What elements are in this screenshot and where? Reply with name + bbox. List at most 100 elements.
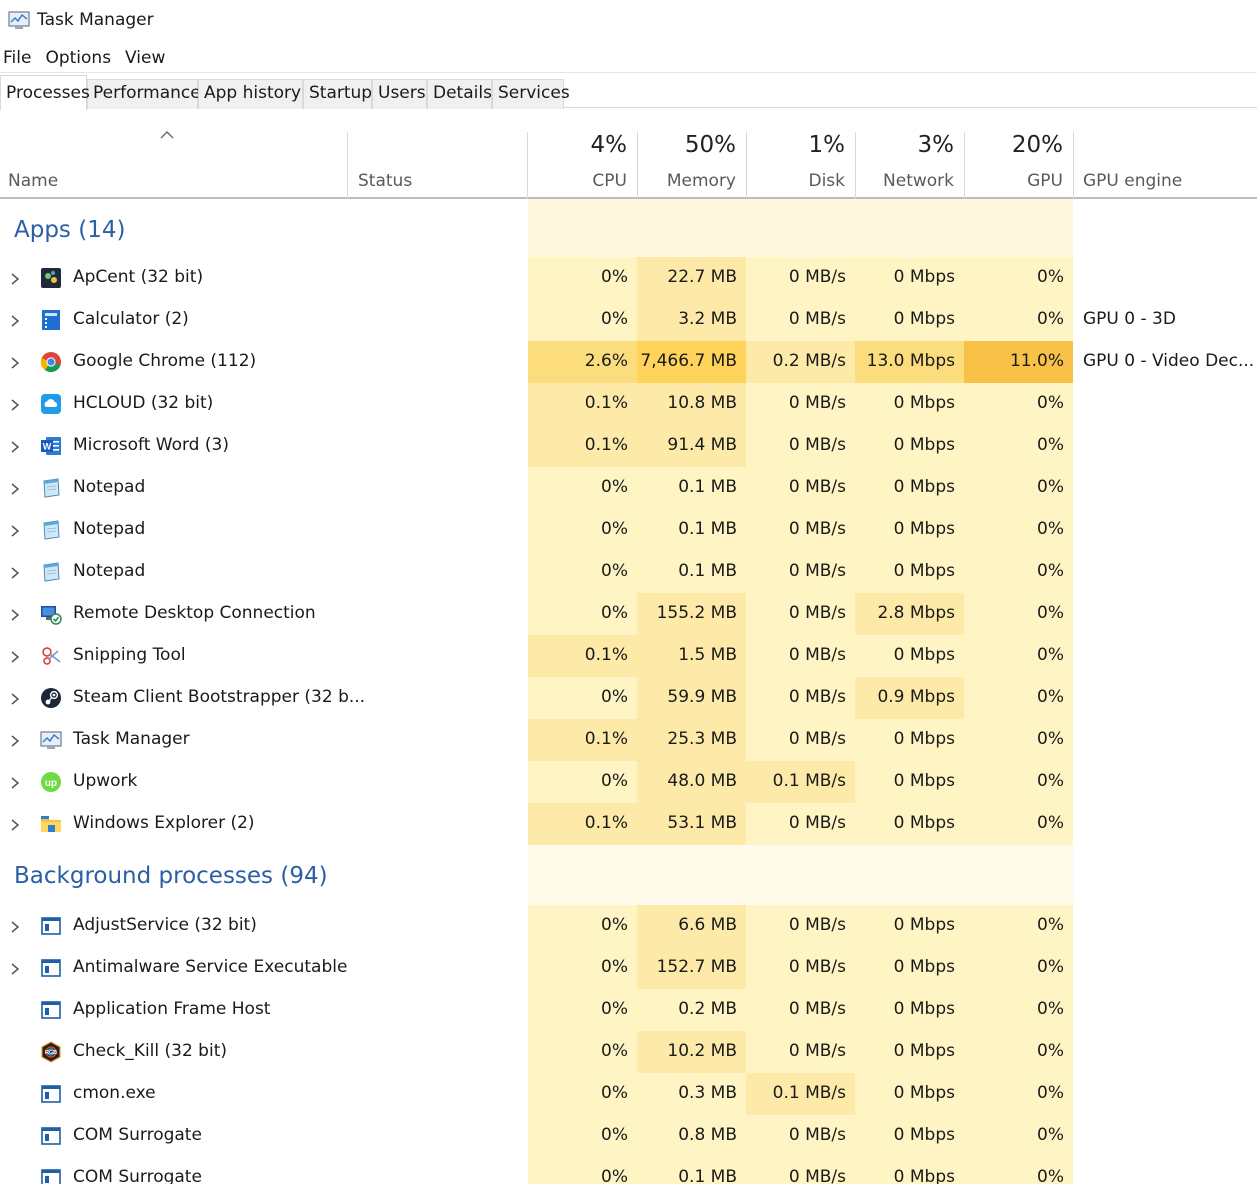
process-row[interactable]: up Upwork 0% 48.0 MB 0.1 MB/s 0 Mbps 0% bbox=[0, 761, 1257, 803]
process-row[interactable]: Calculator (2) 0% 3.2 MB 0 MB/s 0 Mbps 0% GPU … bbox=[0, 299, 1257, 341]
process-row[interactable]: Windows Explorer (2) 0.1% 53.1 MB 0 MB/s 0 M… bbox=[0, 803, 1257, 845]
tab-startup[interactable]: Startup bbox=[303, 79, 372, 109]
memory-value: 91.4 MB bbox=[637, 425, 746, 467]
network-value: 0 Mbps bbox=[893, 477, 955, 497]
process-row[interactable]: ApCent (32 bit) 0% 22.7 MB 0 MB/s 0 Mbps 0% bbox=[0, 257, 1257, 299]
process-row[interactable]: Application Frame Host 0% 0.2 MB 0 MB/s 0 Mb… bbox=[0, 989, 1257, 1031]
process-row[interactable]: AdjustService (32 bit) 0% 6.6 MB 0 MB/s 0 Mb… bbox=[0, 905, 1257, 947]
network-value: 0 Mbps bbox=[893, 267, 955, 287]
menu-options[interactable]: Options bbox=[45, 48, 111, 68]
task-manager-icon bbox=[8, 11, 30, 29]
column-divider[interactable] bbox=[1073, 132, 1074, 199]
process-row[interactable]: RGB Check_Kill (32 bit) 0% 10.2 MB 0 MB/s 0 M… bbox=[0, 1031, 1257, 1073]
process-row[interactable]: Google Chrome (112) 2.6% 7,466.7 MB 0.2 MB/… bbox=[0, 341, 1257, 383]
process-row[interactable]: Antimalware Service Executable 0% 152.7 MB… bbox=[0, 947, 1257, 989]
process-row[interactable]: cmon.exe 0% 0.3 MB 0.1 MB/s 0 Mbps 0% bbox=[0, 1073, 1257, 1115]
cpu-value: 0.1% bbox=[528, 803, 637, 845]
chrome-icon bbox=[40, 351, 62, 373]
gpu-value: 0% bbox=[1037, 477, 1064, 497]
group-cell bbox=[855, 845, 964, 905]
gpu-value: 0% bbox=[1037, 813, 1064, 833]
process-name: COM Surrogate bbox=[73, 1167, 202, 1184]
steam-icon bbox=[40, 687, 62, 709]
menu-file[interactable]: File bbox=[3, 48, 31, 68]
column-memory[interactable]: 50% Memory bbox=[637, 132, 746, 199]
column-status-label: Status bbox=[358, 171, 413, 191]
disk-value: 0 MB/s bbox=[788, 603, 846, 623]
process-row[interactable]: Notepad 0% 0.1 MB 0 MB/s 0 Mbps 0% bbox=[0, 551, 1257, 593]
network-value: 13.0 Mbps bbox=[855, 341, 964, 383]
memory-value: 25.3 MB bbox=[637, 719, 746, 761]
tab-app-history[interactable]: App history bbox=[198, 79, 303, 109]
memory-total-percent: 50% bbox=[684, 132, 736, 158]
group-header-apps[interactable]: Apps (14) bbox=[0, 199, 1257, 257]
disk-value: 0 MB/s bbox=[788, 309, 846, 329]
tab-users[interactable]: Users bbox=[372, 79, 427, 109]
process-row[interactable]: Task Manager 0.1% 25.3 MB 0 MB/s 0 Mbps 0% bbox=[0, 719, 1257, 761]
chevron-right-icon[interactable] bbox=[10, 313, 20, 327]
chevron-right-icon[interactable] bbox=[10, 523, 20, 537]
column-name[interactable]: Name bbox=[0, 132, 347, 199]
chevron-right-icon[interactable] bbox=[10, 919, 20, 933]
process-row[interactable]: W Microsoft Word (3) 0.1% 91.4 MB 0 MB/s 0 Mb… bbox=[0, 425, 1257, 467]
cpu-total-percent: 4% bbox=[590, 132, 628, 158]
column-status[interactable]: Status bbox=[350, 132, 528, 199]
chevron-right-icon[interactable] bbox=[10, 397, 20, 411]
column-cpu[interactable]: 4% CPU bbox=[528, 132, 637, 199]
cpu-value: 0% bbox=[601, 519, 628, 539]
process-row[interactable]: HCLOUD (32 bit) 0.1% 10.8 MB 0 MB/s 0 Mbps 0% bbox=[0, 383, 1257, 425]
notepad-icon bbox=[40, 477, 62, 499]
disk-value: 0 MB/s bbox=[788, 813, 846, 833]
memory-value: 53.1 MB bbox=[637, 803, 746, 845]
process-name: Upwork bbox=[73, 771, 138, 791]
column-gpu[interactable]: 20% GPU bbox=[964, 132, 1073, 199]
group-header-background[interactable]: Background processes (94) bbox=[0, 845, 1257, 905]
tab-performance[interactable]: Performance bbox=[87, 79, 201, 109]
memory-value: 48.0 MB bbox=[637, 761, 746, 803]
disk-value: 0.1 MB/s bbox=[746, 1073, 855, 1115]
tab-services[interactable]: Services bbox=[492, 79, 570, 109]
process-row[interactable]: COM Surrogate 0% 0.1 MB 0 MB/s 0 Mbps 0% bbox=[0, 1157, 1257, 1184]
column-disk[interactable]: 1% Disk bbox=[746, 132, 855, 199]
chevron-right-icon[interactable] bbox=[10, 481, 20, 495]
column-memory-label: Memory bbox=[666, 171, 736, 191]
gpu-value: 0% bbox=[1037, 1167, 1064, 1184]
cpu-value: 0% bbox=[601, 267, 628, 287]
process-row[interactable]: Notepad 0% 0.1 MB 0 MB/s 0 Mbps 0% bbox=[0, 509, 1257, 551]
memory-value: 6.6 MB bbox=[637, 905, 746, 947]
chevron-right-icon[interactable] bbox=[10, 355, 20, 369]
chevron-right-icon[interactable] bbox=[10, 607, 20, 621]
process-row[interactable]: Steam Client Bootstrapper (32 b... 0% 59.9… bbox=[0, 677, 1257, 719]
process-row[interactable]: Remote Desktop Connection 0% 155.2 MB 0 MB/… bbox=[0, 593, 1257, 635]
process-name: Snipping Tool bbox=[73, 645, 186, 665]
chevron-right-icon[interactable] bbox=[10, 691, 20, 705]
svg-text:W: W bbox=[43, 442, 52, 452]
chevron-right-icon[interactable] bbox=[10, 961, 20, 975]
network-value: 0 Mbps bbox=[893, 1167, 955, 1184]
process-row[interactable]: COM Surrogate 0% 0.8 MB 0 MB/s 0 Mbps 0% bbox=[0, 1115, 1257, 1157]
chevron-right-icon[interactable] bbox=[10, 271, 20, 285]
process-row[interactable]: Snipping Tool 0.1% 1.5 MB 0 MB/s 0 Mbps 0% bbox=[0, 635, 1257, 677]
chevron-right-icon[interactable] bbox=[10, 649, 20, 663]
process-name: Calculator (2) bbox=[73, 309, 189, 329]
column-network[interactable]: 3% Network bbox=[855, 132, 964, 199]
memory-value: 0.1 MB bbox=[678, 561, 737, 581]
column-divider[interactable] bbox=[347, 132, 348, 199]
network-value: 0 Mbps bbox=[893, 771, 955, 791]
chevron-right-icon[interactable] bbox=[10, 439, 20, 453]
process-row[interactable]: Notepad 0% 0.1 MB 0 MB/s 0 Mbps 0% bbox=[0, 467, 1257, 509]
group-cell bbox=[746, 845, 855, 905]
gpu-engine-value: GPU 0 - Video Dec... bbox=[1083, 351, 1255, 371]
chevron-right-icon[interactable] bbox=[10, 775, 20, 789]
menu-view[interactable]: View bbox=[125, 48, 165, 68]
chevron-right-icon[interactable] bbox=[10, 817, 20, 831]
tab-processes[interactable]: Processes bbox=[0, 75, 90, 110]
remote-desktop-icon bbox=[40, 603, 62, 625]
column-gpu-engine[interactable]: GPU engine bbox=[1075, 132, 1257, 199]
chevron-right-icon[interactable] bbox=[10, 733, 20, 747]
gpu-value: 0% bbox=[1037, 771, 1064, 791]
disk-value: 0 MB/s bbox=[788, 393, 846, 413]
tab-details[interactable]: Details bbox=[427, 79, 492, 109]
memory-value: 3.2 MB bbox=[637, 299, 746, 341]
chevron-right-icon[interactable] bbox=[10, 565, 20, 579]
